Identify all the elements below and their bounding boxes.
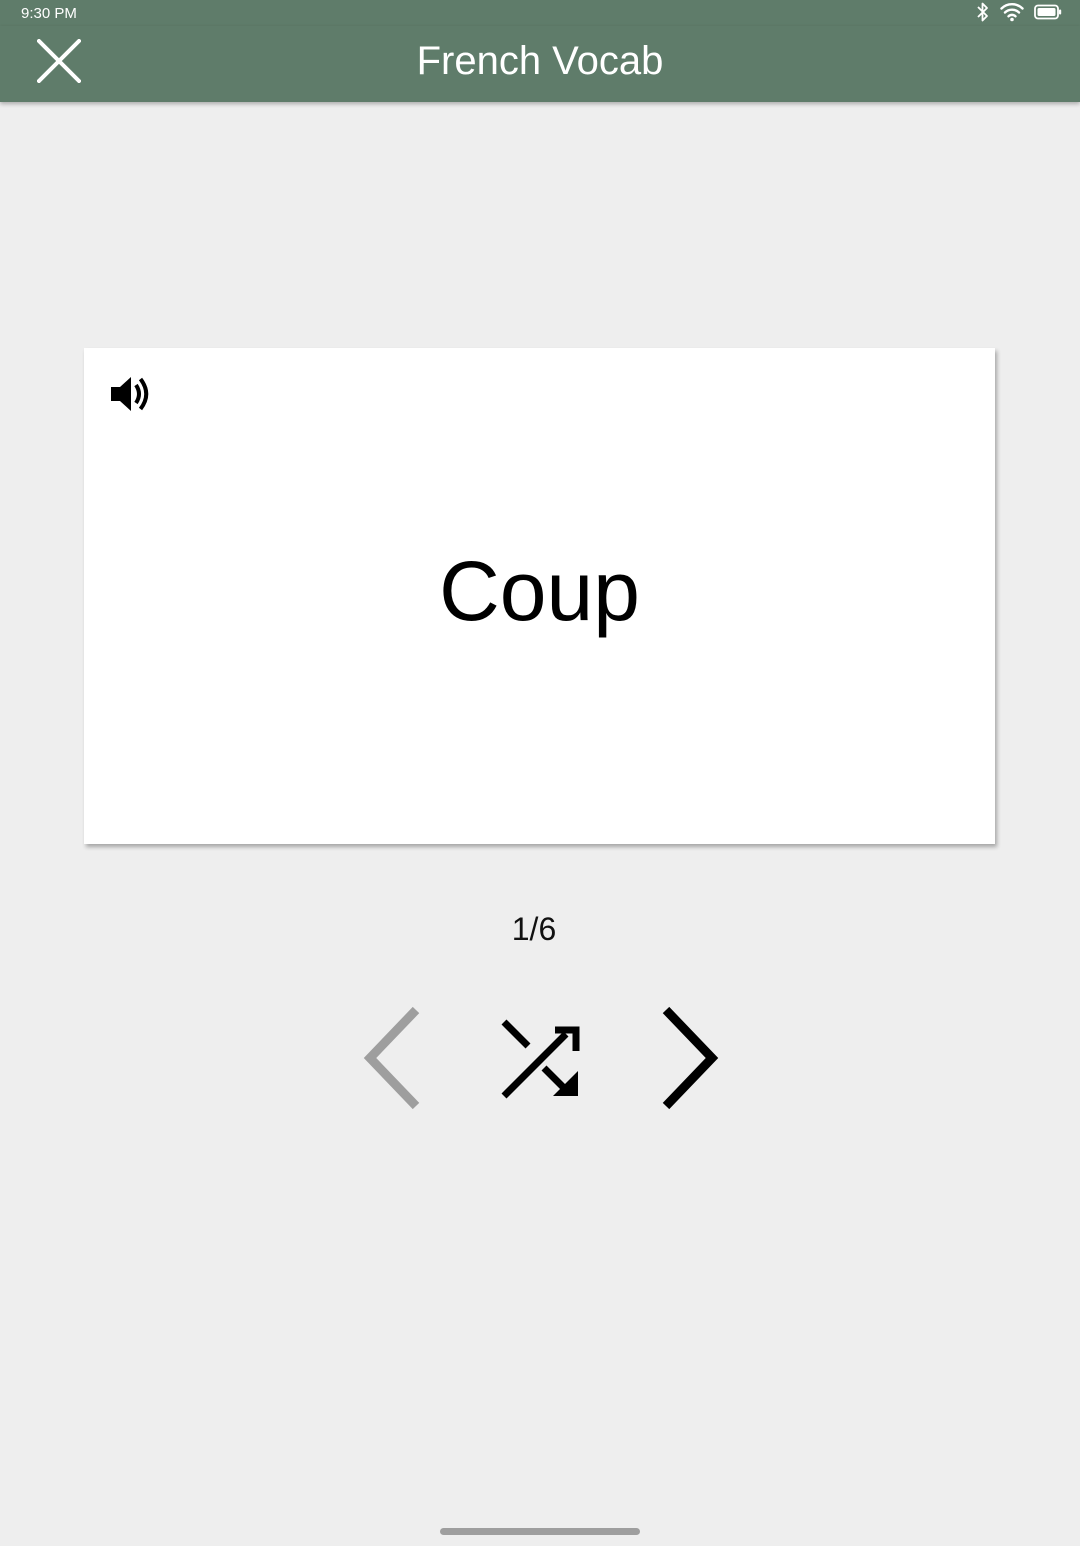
- app-bar: French Vocab: [0, 26, 1080, 102]
- page-title: French Vocab: [416, 39, 664, 83]
- battery-icon: [1034, 4, 1062, 25]
- shuffle-button[interactable]: [490, 1010, 590, 1110]
- bluetooth-icon: [976, 1, 990, 28]
- status-icons: [976, 1, 1062, 28]
- shuffle-icon: [498, 1016, 582, 1105]
- progress-counter: 1/6: [511, 911, 557, 947]
- status-bar: 9:30 PM: [0, 0, 1080, 26]
- flashcard[interactable]: Coup: [84, 348, 995, 844]
- next-card-button[interactable]: [652, 1004, 732, 1116]
- status-time: 9:30 PM: [21, 5, 77, 22]
- speaker-icon: [109, 374, 153, 419]
- play-audio-button[interactable]: [104, 370, 158, 422]
- chevron-left-icon: [358, 1006, 422, 1115]
- card-term: Coup: [439, 544, 640, 638]
- home-indicator[interactable]: [440, 1528, 640, 1535]
- chevron-right-icon: [660, 1006, 724, 1115]
- wifi-icon: [1000, 2, 1024, 27]
- previous-card-button[interactable]: [350, 1004, 430, 1116]
